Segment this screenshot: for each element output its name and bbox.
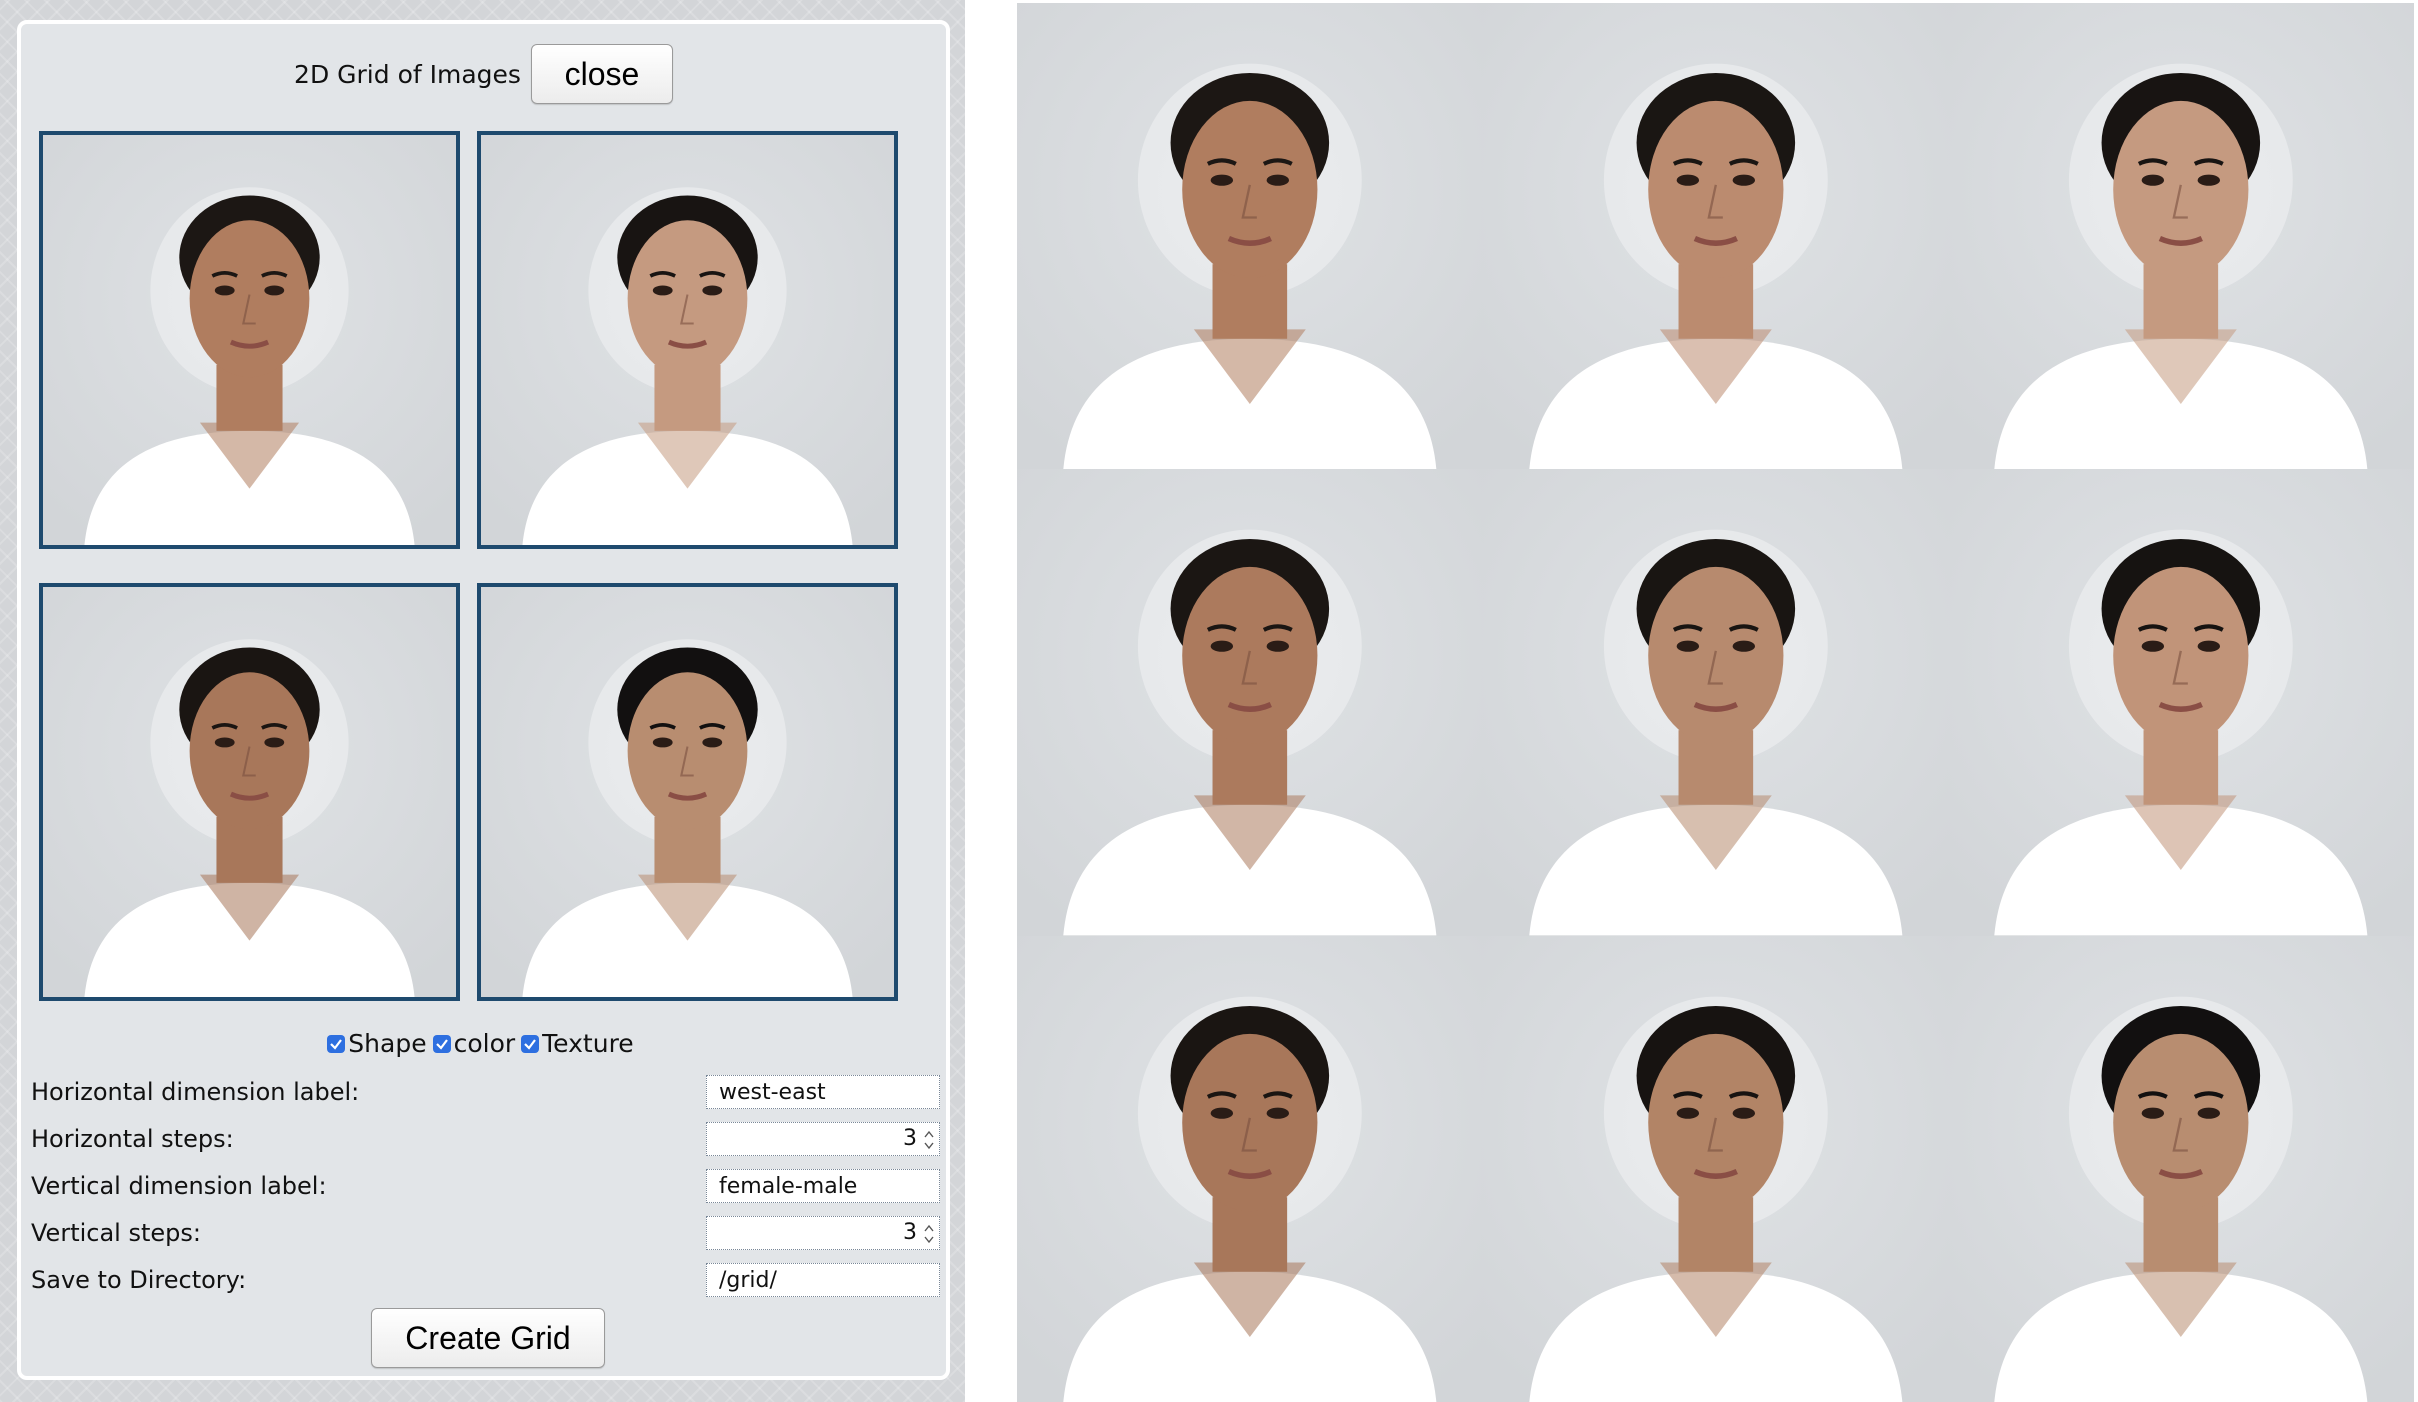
stepper-arrows-icon[interactable] [924, 1129, 934, 1151]
corner-image-bottom-right[interactable] [477, 583, 898, 1001]
color-checkbox[interactable] [432, 1034, 451, 1053]
texture-checkbox-label: Texture [542, 1029, 634, 1058]
grid-cell [1482, 469, 1949, 936]
texture-checkbox[interactable] [521, 1034, 540, 1053]
grid-cell [1482, 935, 1949, 1402]
horizontal-steps-stepper[interactable]: 3 [706, 1122, 940, 1156]
grid-cell [1482, 3, 1949, 470]
shape-checkbox[interactable] [327, 1034, 346, 1053]
portrait-image [481, 587, 894, 997]
dialog-title: 2D Grid of Images [294, 59, 521, 89]
portrait-image [1482, 469, 1949, 936]
corner-image-bottom-left[interactable] [39, 583, 460, 1001]
dialog-backdrop: 2D Grid of Images close Shape color Text… [0, 0, 965, 1402]
vertical-steps-row: Vertical steps: 3 [31, 1210, 940, 1257]
grid-cell [1017, 469, 1483, 936]
create-grid-button[interactable]: Create Grid [371, 1308, 605, 1368]
stepper-arrows-icon[interactable] [924, 1223, 934, 1245]
vertical-steps-value: 3 [903, 1220, 917, 1245]
vertical-steps-label: Vertical steps: [31, 1219, 201, 1247]
portrait-image [1948, 935, 2414, 1402]
vertical-label-label: Vertical dimension label: [31, 1172, 327, 1200]
horizontal-steps-row: Horizontal steps: 3 [31, 1116, 940, 1163]
close-button[interactable]: close [530, 44, 673, 104]
checkmark-icon [330, 1038, 343, 1050]
corner-image-top-left[interactable] [39, 131, 460, 549]
grid-cell [1948, 935, 2414, 1402]
horizontal-steps-value: 3 [903, 1126, 917, 1151]
horizontal-label-row: Horizontal dimension label: [31, 1069, 940, 1116]
grid-cell [1948, 469, 2414, 936]
portrait-image [43, 587, 456, 997]
portrait-image [1948, 3, 2414, 470]
directory-row: Save to Directory: [31, 1257, 940, 1304]
portrait-image [1017, 469, 1483, 936]
horizontal-label-label: Horizontal dimension label: [31, 1078, 360, 1106]
grid-dialog: 2D Grid of Images close Shape color Text… [17, 20, 950, 1380]
shape-option[interactable]: Shape [327, 1029, 427, 1058]
grid-settings-form: Horizontal dimension label: Horizontal s… [31, 1069, 940, 1304]
grid-cell [1948, 3, 2414, 470]
shape-checkbox-label: Shape [348, 1029, 427, 1058]
corner-faces [39, 131, 915, 1028]
portrait-image [1948, 469, 2414, 936]
color-option[interactable]: color [432, 1029, 516, 1058]
portrait-image [1017, 935, 1483, 1402]
directory-input[interactable] [706, 1263, 940, 1297]
directory-label: Save to Directory: [31, 1266, 247, 1294]
corner-image-top-right[interactable] [477, 131, 898, 549]
horizontal-steps-label: Horizontal steps: [31, 1125, 234, 1153]
grid-cell [1017, 935, 1483, 1402]
color-checkbox-label: color [453, 1029, 516, 1058]
texture-option[interactable]: Texture [521, 1029, 634, 1058]
horizontal-label-input[interactable] [706, 1075, 940, 1109]
checkmark-icon [435, 1038, 448, 1050]
transform-options: Shape color Texture [21, 1029, 946, 1058]
dialog-header: 2D Grid of Images close [21, 42, 946, 106]
grid-cell [1017, 3, 1483, 470]
vertical-label-row: Vertical dimension label: [31, 1163, 940, 1210]
portrait-image [1482, 3, 1949, 470]
portrait-image [481, 135, 894, 545]
portrait-image [43, 135, 456, 545]
portrait-image [1017, 3, 1483, 470]
vertical-label-input[interactable] [706, 1169, 940, 1203]
checkmark-icon [524, 1038, 537, 1050]
morph-grid [1017, 3, 2414, 1402]
vertical-steps-stepper[interactable]: 3 [706, 1216, 940, 1250]
portrait-image [1482, 935, 1949, 1402]
